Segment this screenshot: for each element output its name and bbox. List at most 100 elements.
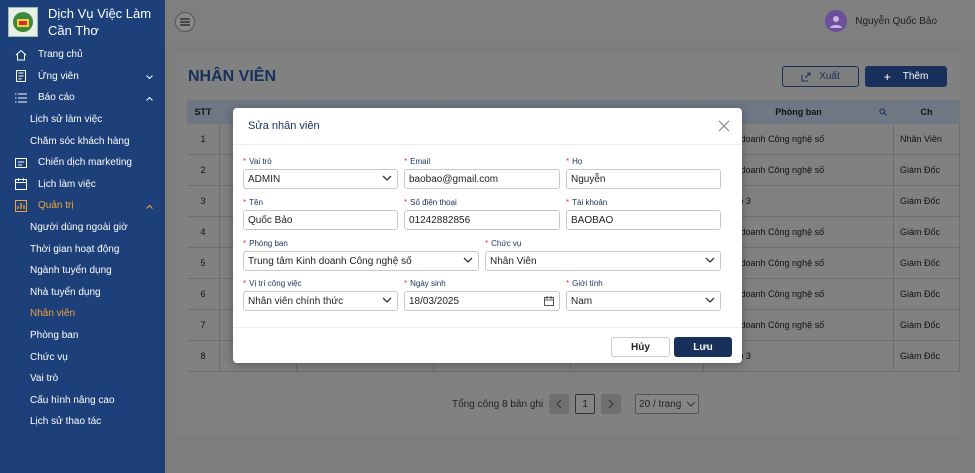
sidebar-item-6[interactable]: Lịch làm việc	[0, 174, 165, 196]
page-size-value: 20 / trang	[639, 398, 682, 410]
sidebar-item-10[interactable]: Ngành tuyển dụng	[0, 260, 165, 282]
modal-footer: Hủy Lưu	[233, 327, 742, 363]
user-menu[interactable]: Nguyễn Quốc Bảo	[825, 10, 937, 32]
sidebar-item-5[interactable]: Chiến dịch marketing	[0, 152, 165, 174]
export-button[interactable]: Xuất	[782, 66, 859, 87]
birthdate-input[interactable]: 18/03/2025	[404, 291, 560, 311]
phone-input[interactable]: 01242882856	[404, 210, 560, 230]
first-name-field: * Tên Quốc Bảo	[243, 197, 398, 230]
email-input[interactable]: baobao@gmail.com	[404, 169, 560, 189]
role-value: ADMIN	[248, 173, 281, 185]
brand-line-1: Dịch Vụ Việc Làm	[48, 6, 152, 21]
last-name-field: * Họ Nguyễn	[566, 156, 721, 189]
phone-value: 01242882856	[409, 214, 471, 226]
chevron-down-icon	[705, 297, 715, 303]
avatar	[825, 10, 848, 32]
table-cell: Giám Đốc	[894, 248, 960, 278]
col-header-position: Ch	[894, 100, 960, 124]
admin-icon	[14, 199, 28, 213]
sidebar-item-3[interactable]: Lịch sử làm việc	[0, 109, 165, 131]
candidate-icon	[14, 69, 28, 83]
add-button[interactable]: + Thêm	[865, 66, 947, 87]
sidebar-item-label: Nhà tuyển dụng	[30, 286, 101, 298]
brand[interactable]: Dịch Vụ Việc Làm Cần Thơ	[0, 0, 165, 44]
sidebar-item-label: Chức vụ	[30, 351, 68, 363]
menu-toggle-button[interactable]	[175, 12, 195, 32]
table-cell: Giám Đốc	[894, 186, 960, 216]
sidebar-item-15[interactable]: Vai trò	[0, 368, 165, 390]
role-label: Vai trò	[249, 157, 272, 166]
birthdate-field: * Ngày sinh 18/03/2025	[404, 278, 560, 311]
account-field: * Tài khoản BAOBAO	[566, 197, 721, 230]
export-icon	[801, 72, 811, 81]
sidebar-item-label: Báo cáo	[38, 92, 75, 104]
sidebar-item-label: Phòng ban	[30, 330, 79, 342]
account-label: Tài khoản	[572, 198, 608, 207]
sidebar-item-11[interactable]: Nhà tuyển dụng	[0, 282, 165, 304]
account-input[interactable]: BAOBAO	[566, 210, 721, 230]
email-label: Email	[410, 157, 431, 166]
sidebar-item-4[interactable]: Chăm sóc khách hàng	[0, 130, 165, 152]
sidebar-item-12[interactable]: Nhân viên	[0, 303, 165, 325]
table-cell: Giám Đốc	[894, 279, 960, 309]
sidebar-item-label: Vai trò	[30, 373, 59, 385]
sidebar-item-13[interactable]: Phòng ban	[0, 325, 165, 347]
table-cell: 8	[187, 341, 220, 371]
birthdate-value: 18/03/2025	[409, 295, 460, 307]
gender-label: Giới tính	[572, 279, 603, 288]
chevron-down-icon	[705, 257, 715, 263]
account-value: BAOBAO	[571, 214, 614, 226]
table-cell: 6	[187, 279, 220, 309]
cancel-button[interactable]: Hủy	[611, 337, 670, 357]
sidebar-item-0[interactable]: Trang chủ	[0, 44, 165, 66]
first-name-value: Quốc Bảo	[248, 214, 293, 226]
add-label: Thêm	[902, 71, 929, 82]
email-value: baobao@gmail.com	[409, 173, 499, 185]
save-button[interactable]: Lưu	[674, 337, 732, 357]
sidebar-item-1[interactable]: Ứng viên	[0, 66, 165, 88]
prev-page-button[interactable]	[549, 394, 570, 414]
search-icon[interactable]	[879, 108, 887, 116]
chevron-down-icon	[146, 72, 153, 83]
page-number-current[interactable]: 1	[575, 394, 596, 414]
chevron-down-icon	[687, 401, 696, 407]
sidebar-item-label: Cấu hình nâng cao	[30, 394, 115, 406]
col-header-department-label: Phòng ban	[775, 107, 822, 117]
modal-header: Sửa nhân viên	[233, 108, 742, 145]
email-field: * Email baobao@gmail.com	[404, 156, 560, 189]
sidebar-item-2[interactable]: Báo cáo	[0, 87, 165, 109]
position-select[interactable]: Nhân Viên	[485, 251, 721, 271]
department-select[interactable]: Trung tâm Kinh doanh Công nghệ số	[243, 251, 479, 271]
logo	[8, 7, 38, 37]
sidebar-item-label: Ứng viên	[38, 70, 79, 82]
sidebar-item-16[interactable]: Cấu hình nâng cao	[0, 390, 165, 412]
sidebar-item-17[interactable]: Lịch sử thao tác	[0, 411, 165, 433]
last-name-input[interactable]: Nguyễn	[566, 169, 721, 189]
hamburger-icon	[180, 18, 190, 26]
next-page-button[interactable]	[601, 394, 622, 414]
export-label: Xuất	[819, 71, 840, 82]
gender-select[interactable]: Nam	[566, 291, 721, 311]
first-name-input[interactable]: Quốc Bảo	[243, 210, 398, 230]
role-field: * Vai trò ADMIN	[243, 156, 398, 189]
sidebar-menu: Trang chủ Ứng viên Báo cáo Lịch sử làm việc…	[0, 44, 165, 433]
job-position-select[interactable]: Nhân viên chính thức	[243, 291, 398, 311]
sidebar-item-14[interactable]: Chức vụ	[0, 346, 165, 368]
phone-field: * Số điện thoại 01242882856	[404, 197, 560, 230]
close-icon[interactable]	[718, 120, 730, 132]
sidebar: Dịch Vụ Việc Làm Cần Thơ Trang chủ Ứng vi…	[0, 0, 165, 473]
sidebar-item-label: Thời gian hoạt động	[30, 243, 120, 255]
birthdate-label: Ngày sinh	[410, 279, 446, 288]
department-value: Trung tâm Kinh doanh Công nghệ số	[248, 255, 412, 267]
table-cell: Giám Đốc	[894, 155, 960, 185]
sidebar-item-label: Lịch sử làm việc	[30, 114, 103, 126]
sidebar-item-8[interactable]: Người dùng ngoài giờ	[0, 217, 165, 239]
col-header-stt: STT	[187, 100, 220, 124]
table-cell: 2	[187, 155, 220, 185]
sidebar-item-9[interactable]: Thời gian hoạt động	[0, 238, 165, 260]
role-select[interactable]: ADMIN	[243, 169, 398, 189]
edit-employee-modal: Sửa nhân viên * Vai trò ADMIN * Email baob…	[233, 108, 742, 363]
sidebar-item-7[interactable]: Quản trị	[0, 195, 165, 217]
page-size-select[interactable]: 20 / trang	[635, 394, 700, 414]
sidebar-item-label: Chiến dịch marketing	[38, 157, 132, 169]
